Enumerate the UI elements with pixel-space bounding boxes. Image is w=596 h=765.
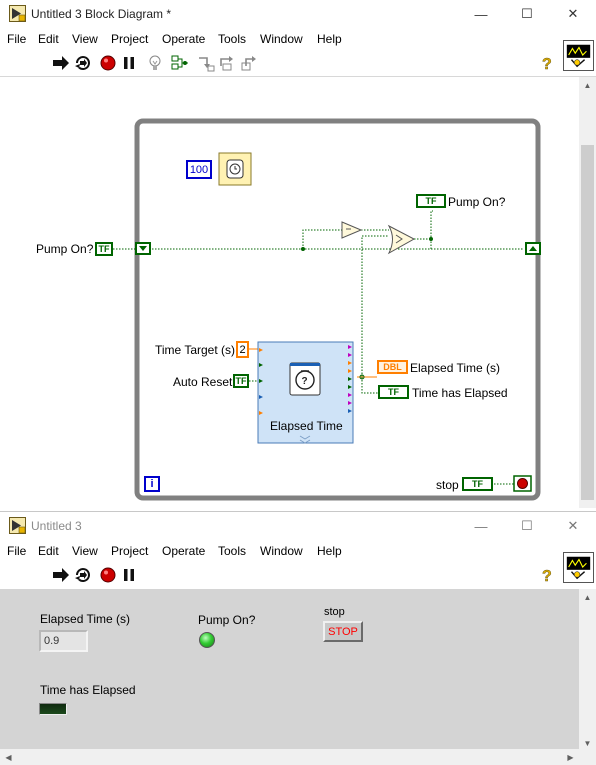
menu-window[interactable]: Window	[260, 32, 303, 46]
diagram-vertical-scrollbar[interactable]: ▲	[579, 77, 596, 508]
close-button[interactable]: ✕	[550, 512, 596, 540]
express-vi-label: Elapsed Time	[270, 419, 343, 433]
menu-file[interactable]: File	[7, 32, 26, 46]
elapsed-time-label: Elapsed Time (s)	[40, 612, 131, 626]
wire-pump-indicator[interactable]	[430, 210, 433, 249]
scroll-right-icon[interactable]: ▶	[562, 749, 579, 765]
svg-text:?: ?	[302, 376, 308, 387]
elapsed-time-indicator: 0.9	[39, 630, 88, 652]
context-help-icon[interactable]: ?	[538, 54, 556, 72]
wire-time-elapsed-out[interactable]	[361, 377, 378, 394]
front-panel-window: Untitled 3 — ☐ ✕ File Edit View Project …	[0, 511, 596, 765]
wait-ms-function[interactable]	[218, 152, 252, 186]
vi-connector-icon[interactable]	[563, 552, 594, 583]
scroll-down-icon[interactable]: ▼	[579, 735, 596, 752]
panel-toolbar: ?	[0, 561, 596, 589]
scroll-up-icon[interactable]: ▲	[579, 589, 596, 606]
diagram-toolbar: ?	[0, 49, 596, 77]
elapsed-time-indicator-terminal[interactable]: DBL	[377, 360, 408, 374]
menu-operate[interactable]: Operate	[162, 544, 205, 558]
panel-horizontal-scrollbar[interactable]: ◀ ▶	[0, 749, 579, 765]
pump-on-control-label: Pump On?	[36, 242, 94, 256]
block-diagram-canvas: ?	[113, 118, 541, 501]
menu-window[interactable]: Window	[260, 544, 303, 558]
not-function[interactable]	[341, 221, 363, 239]
pump-on-led	[199, 632, 215, 648]
menu-help[interactable]: Help	[317, 544, 342, 558]
menu-edit[interactable]: Edit	[38, 32, 59, 46]
menu-file[interactable]: File	[7, 544, 26, 558]
scrollbar-thumb[interactable]	[581, 145, 594, 500]
stop-control-terminal[interactable]: TF	[462, 477, 493, 491]
wire-junction	[301, 247, 305, 251]
time-target-constant[interactable]: 2	[236, 341, 249, 358]
run-arrow-icon[interactable]	[52, 566, 70, 584]
menu-view[interactable]: View	[72, 32, 98, 46]
scroll-left-icon[interactable]: ◀	[0, 749, 17, 765]
pause-icon[interactable]	[120, 54, 138, 72]
menu-help[interactable]: Help	[317, 32, 342, 46]
run-continuously-icon[interactable]	[74, 54, 92, 72]
pause-icon[interactable]	[120, 566, 138, 584]
auto-reset-label: Auto Reset	[173, 375, 233, 389]
close-button[interactable]: ✕	[550, 0, 596, 28]
time-elapsed-label: Time has Elapsed	[40, 683, 136, 697]
wait-constant[interactable]: 100	[186, 160, 212, 179]
pump-on-control-terminal[interactable]: TF	[95, 242, 113, 256]
context-help-icon[interactable]: ?	[538, 566, 556, 584]
time-target-label: Time Target (s)	[155, 343, 236, 357]
stop-button[interactable]: STOP	[323, 621, 363, 642]
run-continuously-icon[interactable]	[74, 566, 92, 584]
svg-text:?: ?	[542, 568, 552, 584]
labview-app-icon	[9, 517, 26, 534]
pump-on-indicator-label: Pump On?	[448, 195, 506, 209]
auto-reset-terminal[interactable]: TF	[233, 374, 249, 388]
menu-bar: File Edit View Project Operate Tools Win…	[0, 28, 596, 49]
time-elapsed-indicator-terminal[interactable]: TF	[378, 385, 409, 399]
stop-condition-terminal[interactable]	[513, 475, 532, 492]
iteration-terminal: i	[144, 476, 160, 492]
retain-wire-values-icon[interactable]	[171, 54, 189, 72]
elapsed-time-indicator-label: Elapsed Time (s)	[410, 361, 501, 375]
stop-control-label: stop	[436, 478, 459, 492]
svg-text:?: ?	[542, 56, 552, 72]
time-elapsed-led	[39, 703, 67, 715]
step-into-icon[interactable]	[197, 54, 215, 72]
scroll-up-icon[interactable]: ▲	[579, 77, 596, 94]
wire-to-not[interactable]	[302, 229, 342, 249]
menu-tools[interactable]: Tools	[218, 32, 246, 46]
pump-on-indicator-terminal[interactable]: TF	[416, 194, 446, 208]
step-out-icon[interactable]	[241, 54, 259, 72]
menu-project[interactable]: Project	[111, 32, 148, 46]
minimize-button[interactable]: —	[458, 0, 504, 28]
step-over-icon[interactable]	[219, 54, 237, 72]
menu-tools[interactable]: Tools	[218, 544, 246, 558]
title-bar: Untitled 3 Block Diagram * — ☐ ✕	[0, 0, 596, 28]
menu-operate[interactable]: Operate	[162, 32, 205, 46]
run-arrow-icon[interactable]	[52, 54, 70, 72]
menu-project[interactable]: Project	[111, 544, 148, 558]
title-bar: Untitled 3 — ☐ ✕	[0, 512, 596, 540]
front-panel-area: Elapsed Time (s) 0.9 Pump On? stop STOP …	[0, 589, 579, 765]
menu-bar: File Edit View Project Operate Tools Win…	[0, 540, 596, 561]
menu-edit[interactable]: Edit	[38, 544, 59, 558]
maximize-button[interactable]: ☐	[504, 0, 550, 28]
maximize-button[interactable]: ☐	[504, 512, 550, 540]
highlight-execution-bulb-icon[interactable]	[146, 54, 164, 72]
panel-vertical-scrollbar[interactable]: ▲ ▼	[579, 589, 596, 765]
minimize-button[interactable]: —	[458, 512, 504, 540]
block-diagram-window: Untitled 3 Block Diagram * — ☐ ✕ File Ed…	[0, 0, 596, 508]
wire-time-elapsed-to-select[interactable]	[361, 235, 389, 377]
abort-execution-icon[interactable]	[99, 54, 117, 72]
vi-connector-icon[interactable]	[563, 40, 594, 71]
pump-on-label: Pump On?	[198, 613, 256, 627]
window-title: Untitled 3 Block Diagram *	[31, 7, 172, 21]
stop-label: stop	[324, 606, 345, 618]
labview-app-icon	[9, 5, 26, 22]
abort-execution-icon[interactable]	[99, 566, 117, 584]
window-title: Untitled 3	[31, 519, 82, 533]
menu-view[interactable]: View	[72, 544, 98, 558]
time-elapsed-indicator-label: Time has Elapsed	[412, 386, 508, 400]
